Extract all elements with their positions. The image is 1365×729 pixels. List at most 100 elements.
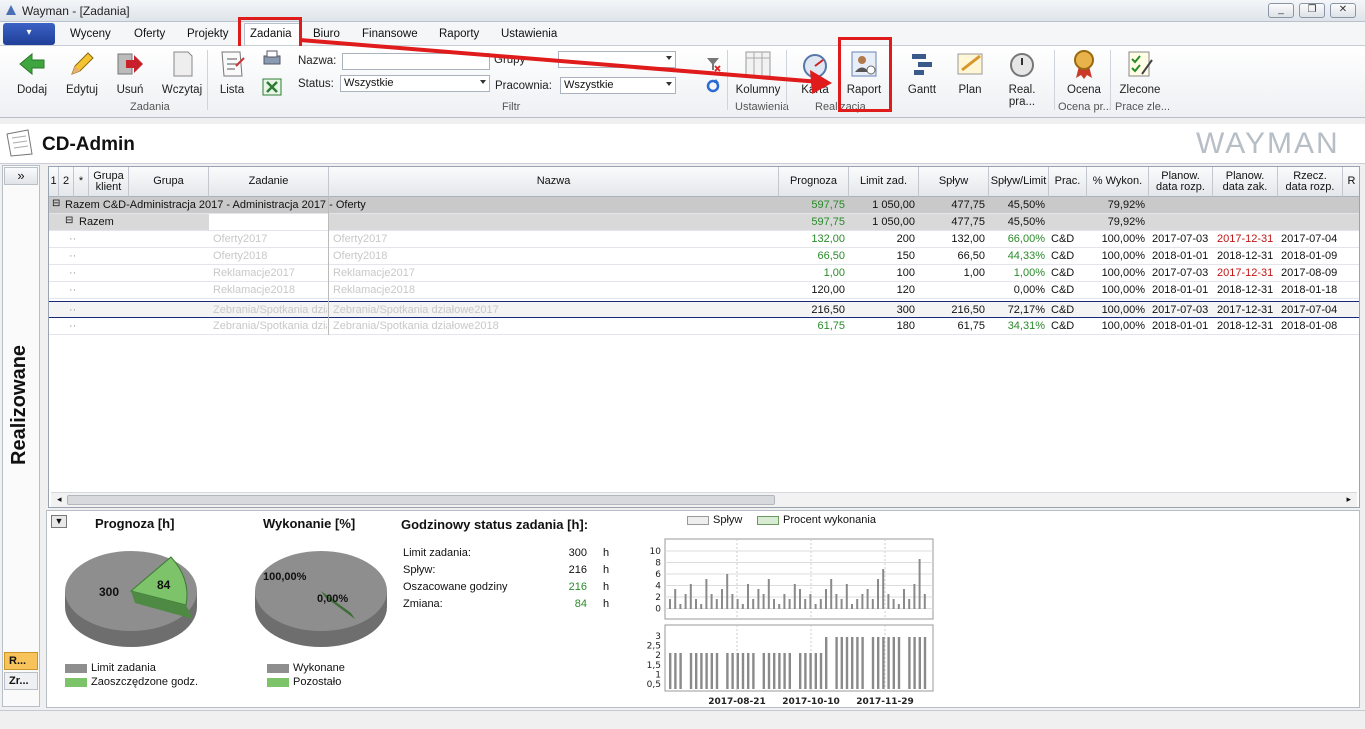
table-row[interactable]: ·· Reklamacje2017 Reklamacje2017 1,00 100 1,0… — [49, 265, 1359, 282]
col-header-grupa[interactable]: Grupa — [129, 167, 209, 197]
timeline-bar — [871, 637, 875, 689]
expand-toggle-icon[interactable]: ⊟ — [65, 215, 73, 226]
row-prac: C&D — [1051, 304, 1075, 316]
col-header-plan-rozp[interactable]: Planow. data rozp. — [1149, 167, 1213, 197]
timeline-bar — [705, 579, 708, 609]
menu-ustawienia[interactable]: Ustawienia — [501, 28, 557, 40]
row-zadanie: Zebrania/Spotkania dzia — [213, 320, 327, 332]
ribbon-separator — [1054, 50, 1055, 110]
table-row[interactable]: ·· Oferty2018 Oferty2018 66,50 150 66,50 44,33… — [49, 248, 1359, 265]
collapse-panel-icon[interactable]: ▼ — [51, 515, 67, 528]
timeline-bar — [778, 604, 781, 609]
timeline-bar — [700, 604, 703, 609]
col-header-wykon[interactable]: % Wykon. — [1087, 167, 1149, 197]
table-row[interactable]: ·· Zebrania/Spotkania dzia Zebrania/Spotka… — [49, 301, 1359, 318]
y-tick-label: 2,5 — [647, 642, 661, 652]
timeline-bar — [674, 589, 677, 609]
scroll-left-icon[interactable]: ◂ — [57, 494, 62, 505]
row-prognoza: 216,50 — [811, 304, 845, 316]
real-pra-button[interactable]: Real. pra... — [994, 48, 1050, 108]
gantt-button[interactable]: Gantt — [900, 48, 944, 96]
row-splyw-limit: 0,00% — [1013, 284, 1045, 296]
dodaj-button[interactable]: Dodaj — [12, 48, 52, 96]
refresh-icon[interactable] — [705, 78, 721, 94]
timeline-bar — [918, 637, 921, 689]
pracownia-select[interactable]: Wszystkie — [560, 77, 676, 94]
y-tick-label: 0,5 — [647, 680, 661, 690]
col-header-rzecz-rozp[interactable]: Rzecz. data rozp. — [1278, 167, 1343, 197]
row-wykon: 100,00% — [1101, 250, 1145, 262]
col-header[interactable]: 2 — [59, 167, 74, 197]
menu-wyceny[interactable]: Wyceny — [70, 28, 111, 40]
menu-raporty[interactable]: Raporty — [439, 28, 479, 40]
edytuj-button[interactable]: Edytuj — [62, 48, 102, 96]
side-tab-zrealizowane[interactable]: Zr... — [4, 672, 38, 690]
col-header[interactable]: 1 — [49, 167, 59, 197]
nazwa-input[interactable] — [342, 53, 490, 70]
timeline-bar — [669, 653, 672, 689]
excel-export-icon[interactable] — [262, 78, 282, 96]
row-plan-rozp: 2018-01-01 — [1152, 250, 1209, 262]
col-header-prac[interactable]: Prac. — [1049, 167, 1087, 197]
scrollbar-thumb[interactable] — [67, 495, 775, 505]
y-tick-label: 2 — [655, 651, 661, 661]
columns-icon — [745, 51, 771, 77]
close-button[interactable]: ✕ — [1330, 3, 1356, 18]
tree-connector: ·· — [69, 284, 77, 296]
page-header — [0, 124, 1365, 164]
x-date-label: 2017-08-21 — [708, 697, 766, 707]
row-prognoza: 132,00 — [811, 233, 845, 245]
table-row[interactable]: ·· Zebrania/Spotkania dzia Zebrania/Spotka… — [49, 318, 1359, 335]
expand-toggle-icon[interactable]: ⊟ — [52, 198, 60, 209]
status-select[interactable]: Wszystkie — [340, 75, 490, 92]
plan-button[interactable]: Plan — [950, 48, 990, 96]
table-row[interactable]: ·· Reklamacje2018 Reklamacje2018 120,00 120 0… — [49, 282, 1359, 299]
timeline-bar — [715, 599, 718, 609]
maximize-button[interactable]: ❐ — [1299, 3, 1325, 18]
legend-swatch — [65, 677, 87, 687]
wczytaj-button[interactable]: Wczytaj — [160, 48, 204, 96]
timeline-bar — [814, 653, 817, 689]
horizontal-scrollbar[interactable]: ◂ ▸ — [51, 492, 1357, 507]
col-header-nazwa[interactable]: Nazwa — [329, 167, 779, 197]
minimize-button[interactable]: _ — [1268, 3, 1294, 18]
timeline-bar — [721, 589, 723, 609]
collapse-button[interactable]: » — [4, 167, 38, 185]
col-header-grupa-klient[interactable]: Grupa klient — [89, 167, 129, 197]
usun-button[interactable]: Usuń — [110, 48, 150, 96]
col-header-splyw[interactable]: Spływ — [919, 167, 989, 197]
col-header[interactable]: * — [74, 167, 89, 197]
ocena-button[interactable]: Ocena — [1062, 48, 1106, 96]
row-plan-zak: 2018-12-31 — [1217, 320, 1274, 332]
col-header-splyw-limit[interactable]: Spływ/Limit — [989, 167, 1049, 197]
kolumny-button[interactable]: Kolumny — [734, 48, 782, 96]
menu-oferty[interactable]: Oferty — [134, 28, 165, 40]
highlight-zadania — [238, 17, 302, 49]
col-header-plan-zak[interactable]: Planow. data zak. — [1213, 167, 1278, 197]
legend-swatch — [757, 515, 779, 525]
grupy-select[interactable] — [558, 51, 676, 68]
print-icon[interactable] — [262, 50, 282, 68]
timeline-bar — [835, 637, 838, 689]
lista-button[interactable]: Lista — [214, 48, 250, 96]
menu-projekty[interactable]: Projekty — [187, 28, 229, 40]
clear-filter-icon[interactable] — [705, 56, 721, 72]
menu-biuro[interactable]: Biuro — [313, 28, 340, 40]
timeline-bar — [804, 599, 807, 609]
side-tab-realizowane[interactable]: R... — [4, 652, 38, 670]
subgroup-row[interactable]: ⊟ Razem 597,75 1 050,00 477,75 45,50% 79… — [49, 214, 1359, 231]
col-header-r[interactable]: R — [1343, 167, 1359, 197]
table-row[interactable]: ·· Oferty2017 Oferty2017 132,00 200 132,00 66,… — [49, 231, 1359, 248]
scroll-right-icon[interactable]: ▸ — [1346, 494, 1351, 505]
timeline-chart: 108642032,521,510,52017-08-21 2017-10-10 2… — [647, 538, 934, 707]
karta-button[interactable]: Karta — [796, 48, 834, 96]
menu-finansowe[interactable]: Finansowe — [362, 28, 418, 40]
col-header-zadanie[interactable]: Zadanie — [209, 167, 329, 197]
timeline-bar — [882, 637, 885, 689]
col-header-limit[interactable]: Limit zad. — [849, 167, 919, 197]
zlecone-button[interactable]: Zlecone — [1116, 48, 1164, 96]
col-header-prognoza[interactable]: Prognoza — [779, 167, 849, 197]
app-menu-button[interactable]: ▾ — [3, 23, 55, 45]
app-icon — [6, 5, 16, 15]
group-row[interactable]: ⊟ Razem C&D-Administracja 2017 - Adminis… — [49, 197, 1359, 214]
